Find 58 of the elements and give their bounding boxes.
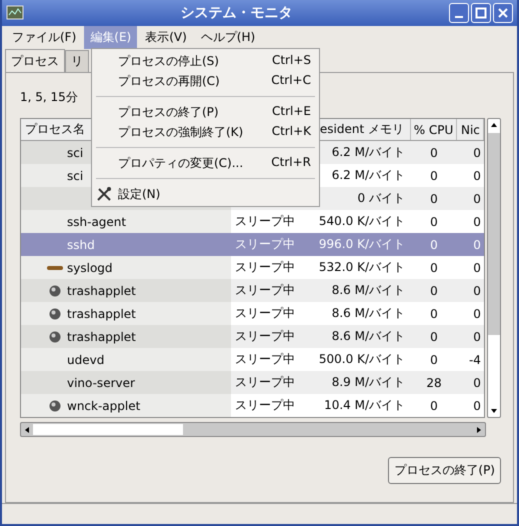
table-cell: 0 (473, 146, 481, 160)
table-cell: vino-server (67, 376, 135, 390)
table-cell: スリープ中 (235, 259, 295, 276)
table-cell: trashapplet (67, 306, 136, 320)
table-cell: wnck-applet (67, 398, 140, 412)
table-cell: 8.6 M/バイト (332, 282, 405, 299)
table-cell: スリープ中 (235, 213, 295, 230)
table-cell: sci (67, 146, 84, 160)
table-cell: スリープ中 (235, 236, 295, 253)
table-cell: 0 (473, 214, 481, 228)
table-cell: スリープ中 (235, 328, 295, 345)
table-cell: udevd (67, 352, 104, 366)
table-cell: 0 (473, 376, 481, 390)
table-cell: 0 (473, 306, 481, 320)
load-average-label: 1, 5, 15分 (20, 89, 78, 105)
table-cell: 8.9 M/バイト (332, 374, 405, 391)
table-cell: 540.0 K/バイト (318, 213, 405, 230)
table-cell: 0 バイト (358, 190, 405, 207)
table-cell: trashapplet (67, 330, 136, 344)
table-cell: スリープ中 (235, 305, 295, 322)
table-cell: -4 (468, 352, 481, 366)
table-cell: 10.4 M/バイト (324, 397, 405, 414)
table-cell: 8.6 M/バイト (332, 305, 405, 322)
table-cell: 0 (473, 238, 481, 252)
table-cell: sshd (67, 238, 95, 252)
table-cell: 0 (430, 238, 438, 252)
table-cell: sci (67, 168, 84, 182)
table-cell: syslogd (67, 260, 113, 274)
table-cell: 0 (473, 398, 481, 412)
table-cell: 28 (426, 376, 442, 390)
table-cell: 500.0 K/バイト (318, 351, 405, 368)
table-cell: 0 (430, 260, 438, 274)
table-cell: 0 (430, 306, 438, 320)
table-cell: 0 (473, 168, 481, 182)
table-cell: 0 (430, 214, 438, 228)
table-cell: trashapplet (67, 284, 136, 298)
table-cell: スリープ中 (235, 351, 295, 368)
table-cell: 6.2 M/バイト (332, 167, 405, 184)
table-cell: 0 (430, 352, 438, 366)
table-cell: 0 (473, 260, 481, 274)
table-cell: スリープ中 (235, 282, 295, 299)
table-cell: スリープ中 (235, 397, 295, 414)
table-cell: 0 (430, 168, 438, 182)
table-cell: 0 (430, 330, 438, 344)
table-cell: 0 (473, 284, 481, 298)
table-cell: 0 (430, 398, 438, 412)
table-cell: 0 (473, 330, 481, 344)
table-cell: 8.6 M/バイト (332, 328, 405, 345)
table-cell: 996.0 K/バイト (318, 236, 405, 253)
table-cell: 0 (473, 192, 481, 206)
table-cell: 0 (430, 146, 438, 160)
table-cell: 6.2 M/バイト (332, 144, 405, 161)
table-cell: 532.0 K/バイト (318, 259, 405, 276)
window-title: システム・モニタ (180, 4, 294, 22)
table-cell: スリープ中 (235, 374, 295, 391)
table-cell: 0 (430, 192, 438, 206)
table-cell: ssh-agent (67, 214, 126, 228)
table-cell: 0 (430, 284, 438, 298)
